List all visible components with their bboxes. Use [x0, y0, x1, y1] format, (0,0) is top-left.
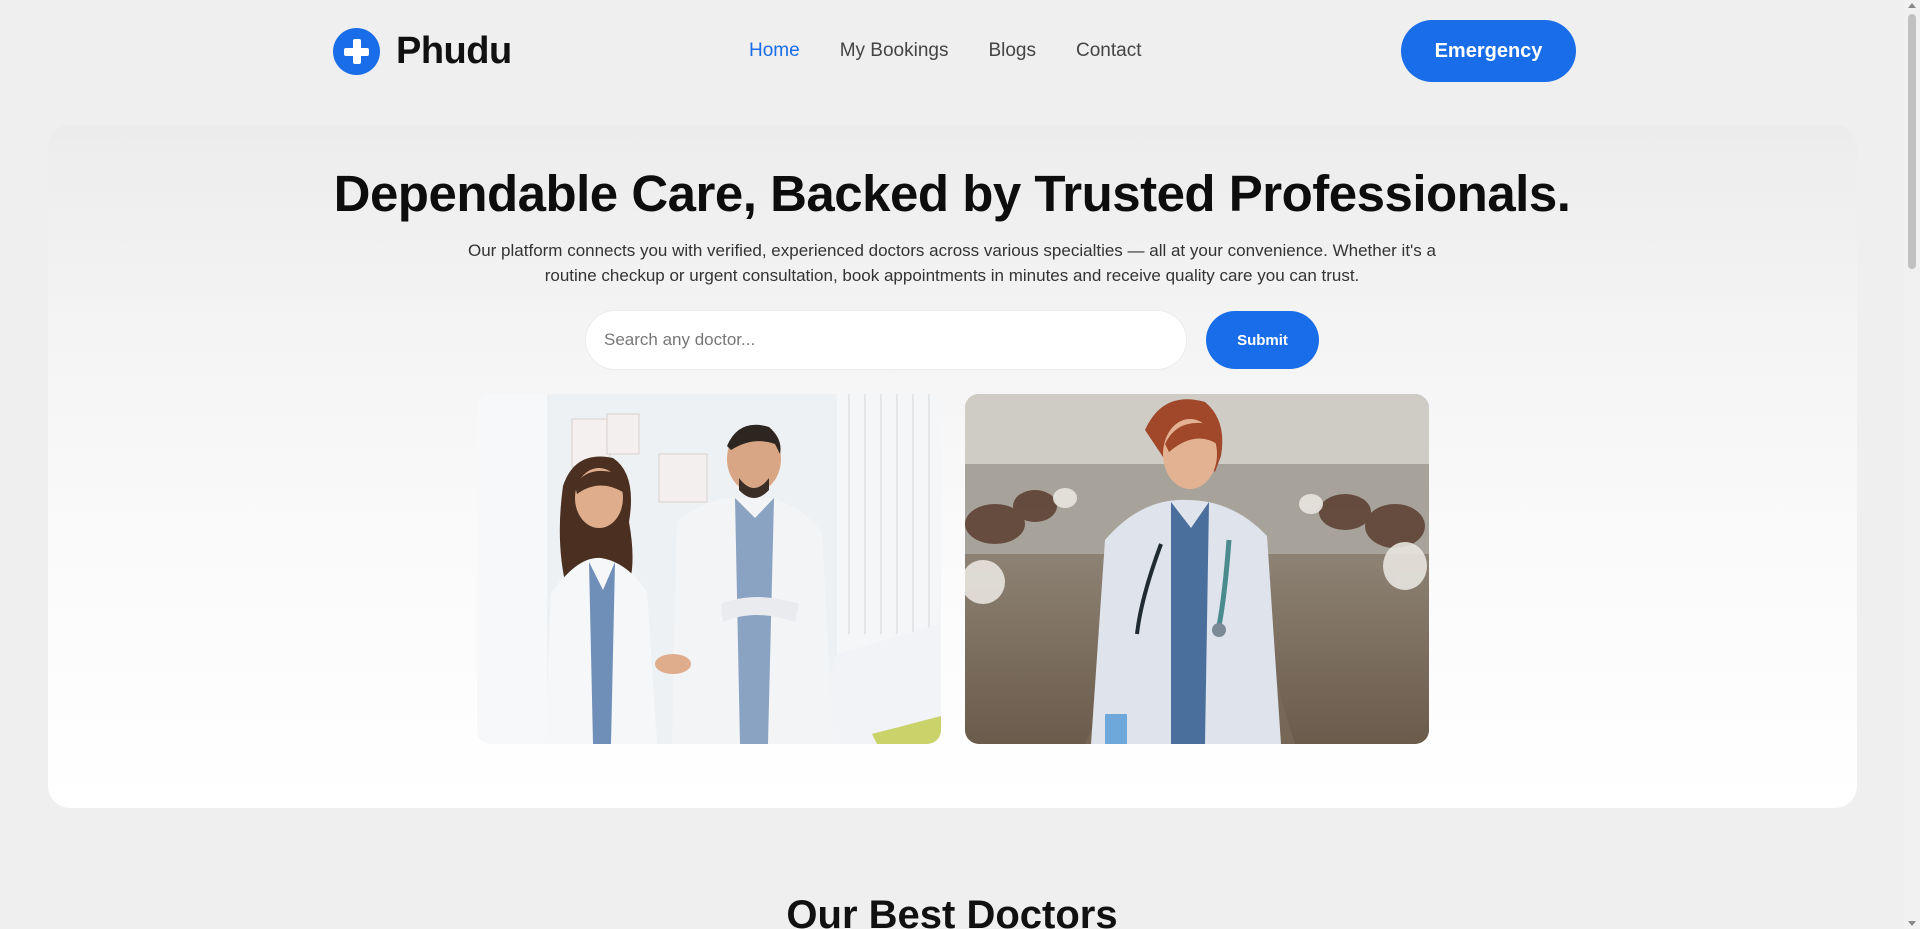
page: Phudu Home My Bookings Blogs Contact Eme… — [0, 0, 1920, 929]
hero-title: Dependable Care, Backed by Trusted Profe… — [333, 165, 1571, 222]
main-nav: Home My Bookings Blogs Contact — [749, 40, 1141, 62]
doctor-search-input[interactable] — [586, 311, 1186, 369]
submit-button[interactable]: Submit — [1206, 311, 1319, 369]
brand-name: Phudu — [396, 30, 512, 72]
plus-circle-icon — [333, 28, 380, 75]
brand-logo[interactable]: Phudu — [333, 28, 512, 75]
scroll-thumb[interactable] — [1908, 14, 1916, 269]
navbar: Phudu Home My Bookings Blogs Contact Eme… — [0, 0, 1904, 100]
emergency-button[interactable]: Emergency — [1401, 20, 1576, 82]
doctor-barn-illustration — [965, 394, 1429, 744]
nav-item-my-bookings[interactable]: My Bookings — [840, 40, 949, 62]
scroll-up-arrow-icon[interactable] — [1908, 3, 1916, 8]
doctors-photo-clinic — [477, 394, 941, 744]
section-title-best-doctors: Our Best Doctors — [786, 893, 1118, 929]
scroll-down-arrow-icon[interactable] — [1908, 921, 1916, 926]
hero-section — [48, 125, 1857, 808]
nav-item-home[interactable]: Home — [749, 40, 800, 62]
nav-item-contact[interactable]: Contact — [1076, 40, 1141, 62]
doctors-clinic-illustration — [477, 394, 941, 744]
hero-subtitle: Our platform connects you with verified,… — [468, 241, 1436, 285]
vertical-scrollbar[interactable] — [1904, 0, 1920, 929]
doctor-photo-barn — [965, 394, 1429, 744]
nav-item-blogs[interactable]: Blogs — [988, 40, 1036, 62]
